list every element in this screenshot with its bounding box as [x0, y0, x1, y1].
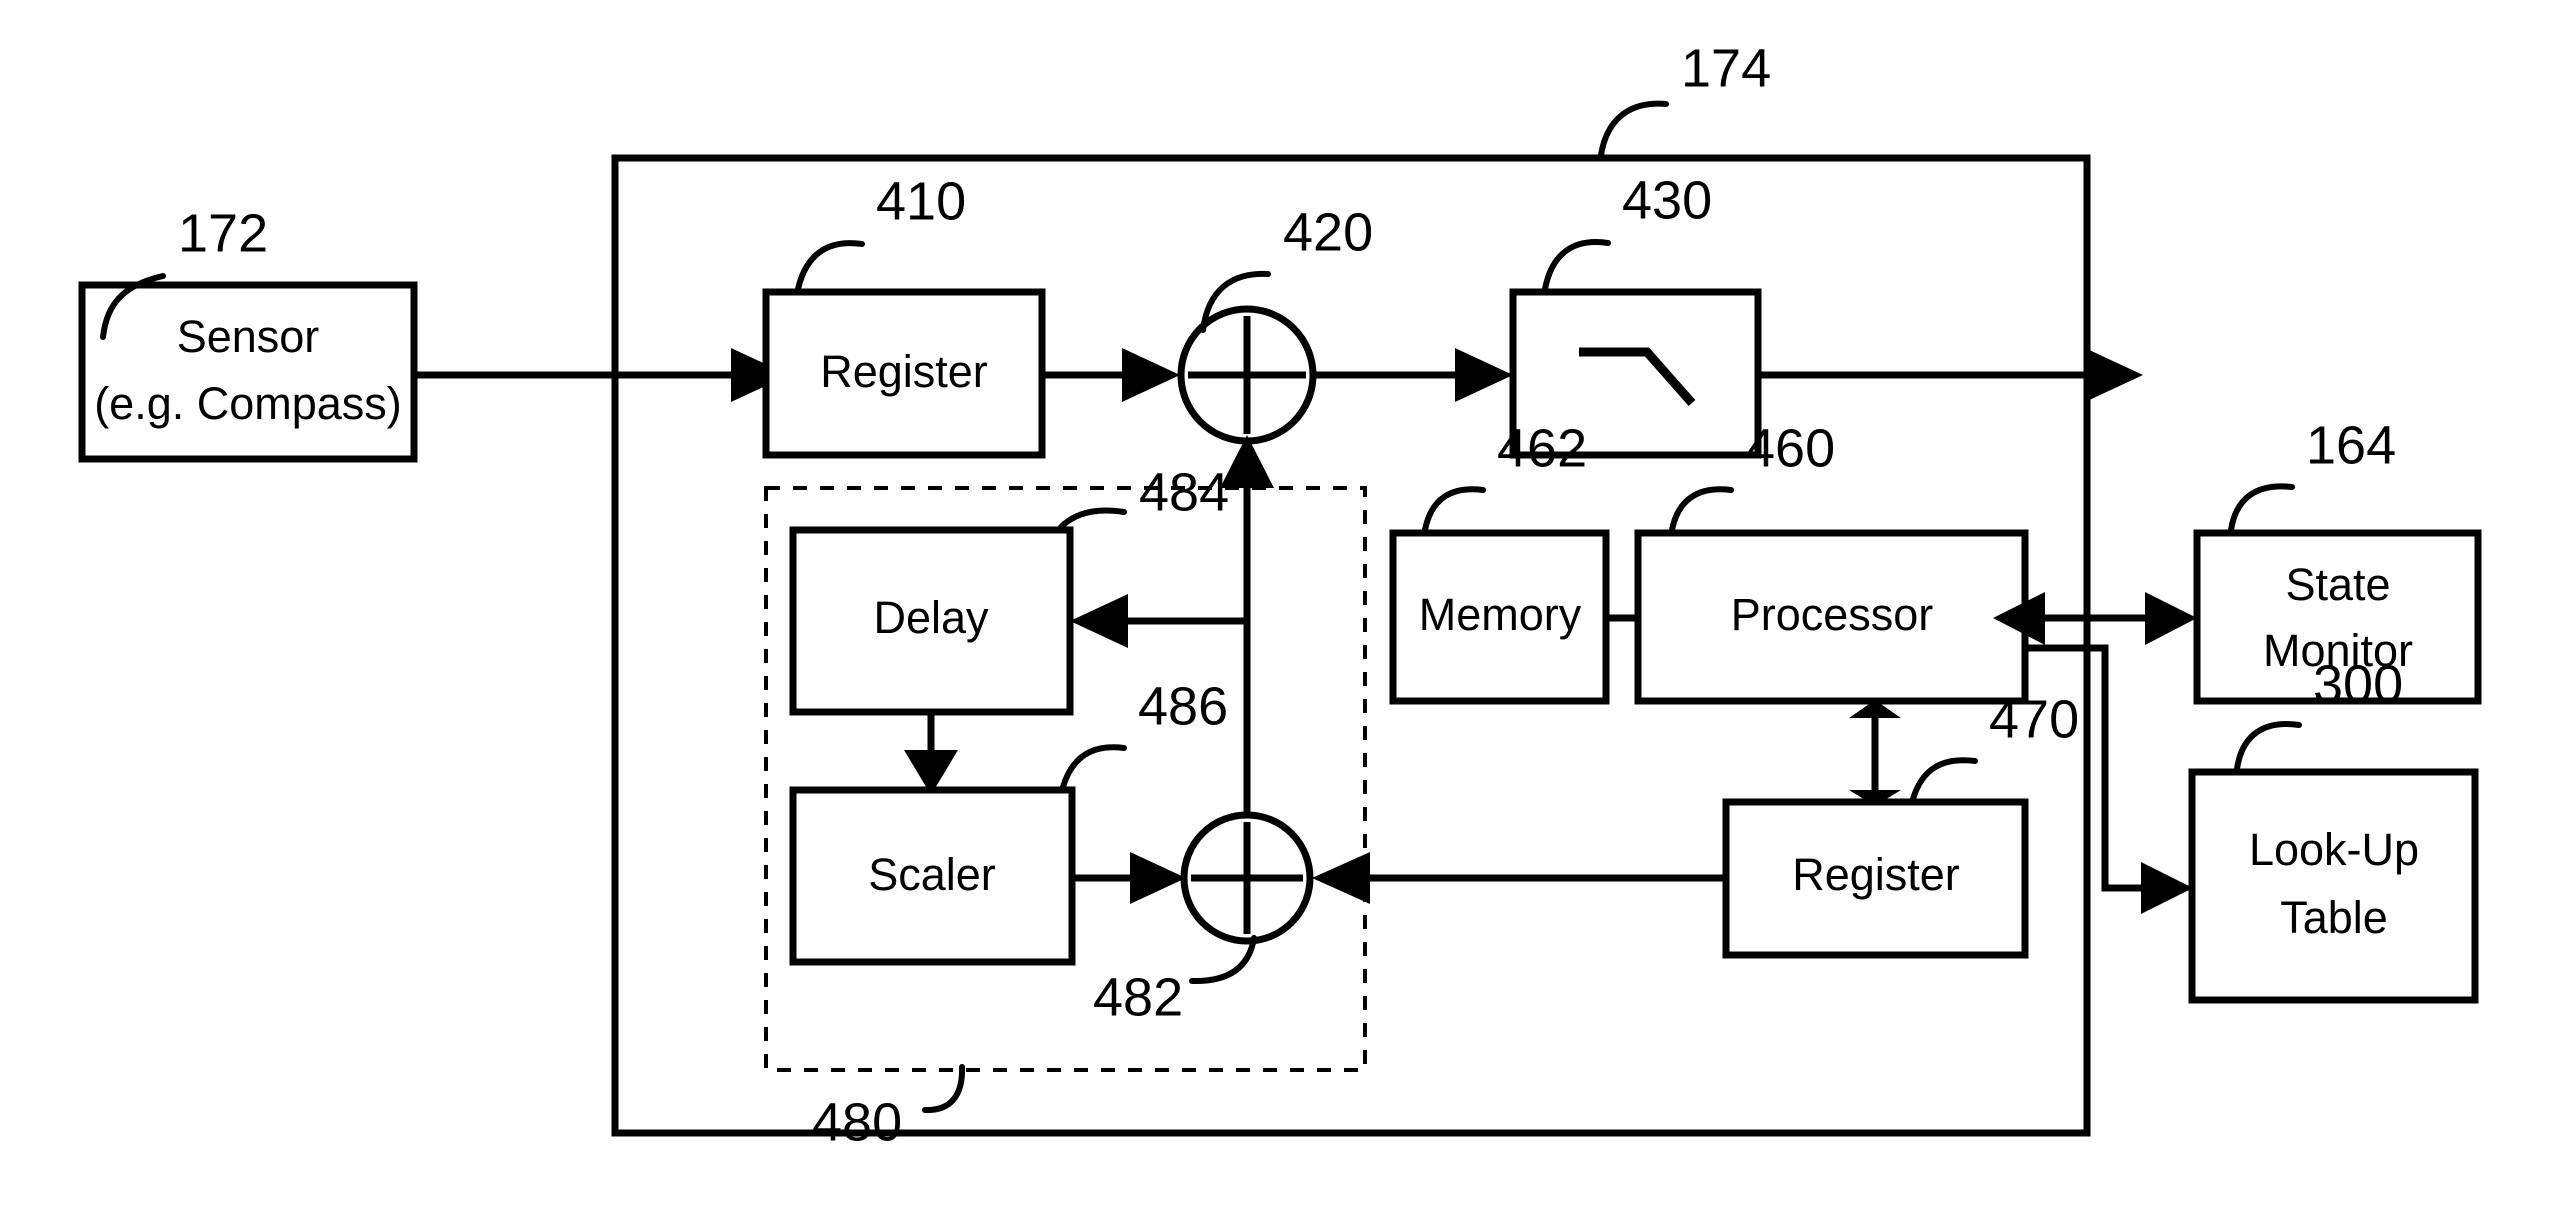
block-diagram: Sensor (e.g. Compass) 172 Register 410 4…	[78, 38, 2482, 1152]
ref-430-label: 430	[1622, 170, 1712, 230]
lookup-table-label-line1: Look-Up	[2249, 824, 2419, 875]
ref-300-label: 300	[2313, 654, 2403, 714]
processor-460-label: Processor	[1731, 589, 1934, 640]
sensor-label-line1: Sensor	[177, 311, 320, 362]
memory-462-label: Memory	[1419, 589, 1582, 640]
scaler-486-label: Scaler	[868, 849, 996, 900]
arrowhead-into-state-monitor	[2145, 592, 2197, 645]
ref-462-label: 462	[1497, 418, 1587, 478]
ref-482-label: 482	[1093, 967, 1183, 1027]
ref-174-leader-line	[1598, 100, 1669, 158]
arrowhead-into-lookup-table	[2141, 862, 2193, 914]
ref-410-label: 410	[876, 171, 966, 231]
sensor-label-line2: (e.g. Compass)	[94, 378, 402, 429]
ref-164-label: 164	[2306, 415, 2396, 475]
ref-486-label: 486	[1138, 676, 1228, 736]
register-470-label: Register	[1792, 849, 1960, 900]
lookup-table-label-line2: Table	[2280, 892, 2388, 943]
ref-470-label: 470	[1989, 689, 2079, 749]
ref-484-label: 484	[1139, 462, 1229, 522]
delay-484-label: Delay	[873, 592, 989, 643]
ref-164-leader-line	[2228, 483, 2295, 533]
ref-420-label: 420	[1283, 202, 1373, 262]
register-410-label: Register	[820, 346, 988, 397]
lookup-table-300-block[interactable]	[2188, 768, 2479, 1004]
state-monitor-label-line1: State	[2285, 559, 2390, 610]
ref-480-label: 480	[812, 1092, 902, 1152]
ref-300-leader-line	[2234, 721, 2302, 772]
figure-canvas: Sensor (e.g. Compass) 172 Register 410 4…	[0, 0, 2561, 1223]
ref-174-label: 174	[1681, 38, 1771, 98]
arrowhead-module-output	[2085, 348, 2143, 402]
ref-172-label: 172	[178, 203, 268, 263]
ref-460-label: 460	[1745, 418, 1835, 478]
